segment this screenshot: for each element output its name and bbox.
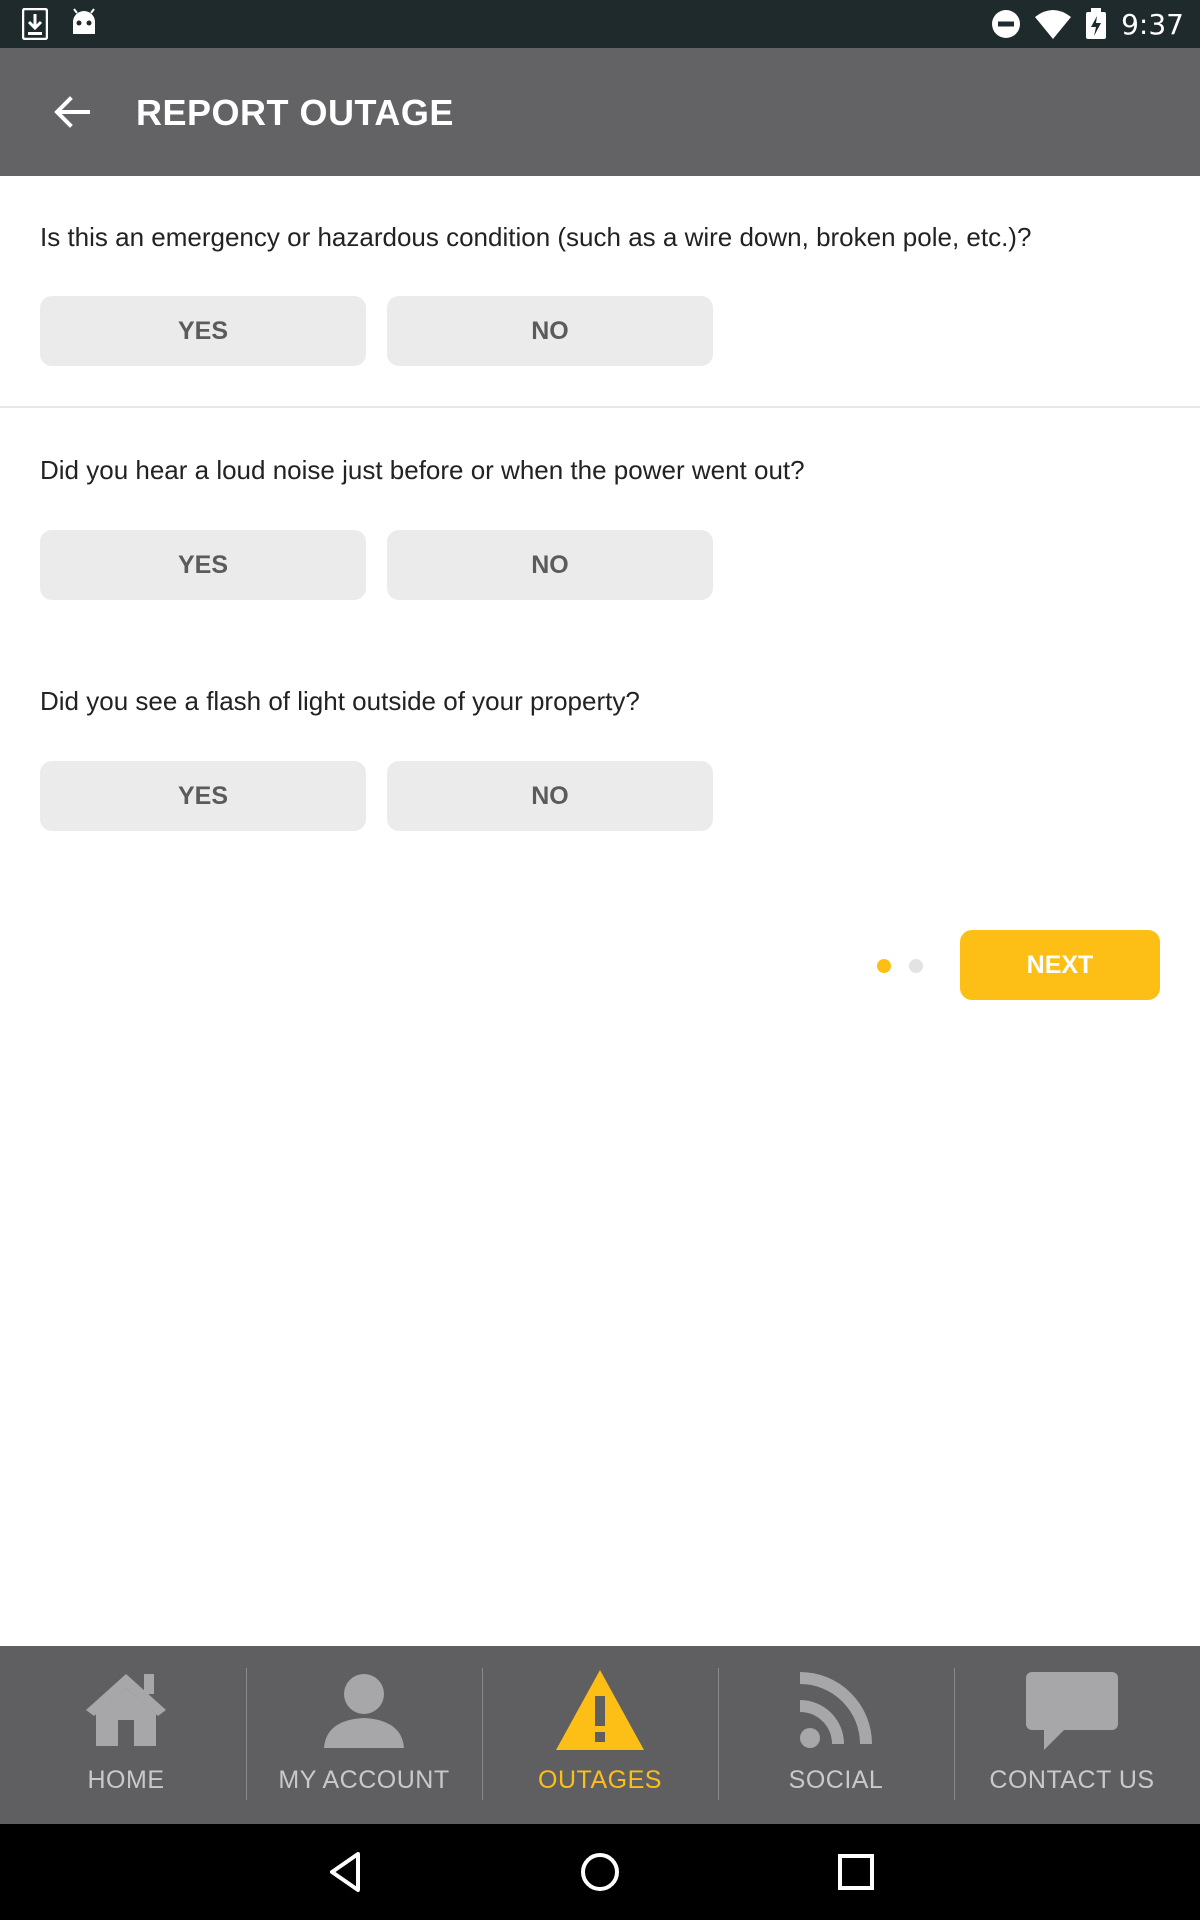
home-circle-icon[interactable] <box>576 1848 624 1896</box>
app-bar: REPORT OUTAGE <box>0 48 1200 176</box>
nav-item-outages[interactable]: OUTAGES <box>482 1646 718 1824</box>
bottom-nav: HOME MY ACCOUNT OUTAGES SOCIAL CONTACT U… <box>0 1646 1200 1824</box>
recents-square-icon[interactable] <box>832 1848 880 1896</box>
nav-item-my-account[interactable]: MY ACCOUNT <box>246 1646 482 1824</box>
download-icon <box>22 8 48 40</box>
pager-dot-inactive <box>909 959 923 973</box>
no-button[interactable]: NO <box>387 296 713 366</box>
nav-label: HOME <box>87 1766 165 1794</box>
system-nav-bar <box>0 1824 1200 1920</box>
nav-label: CONTACT US <box>989 1766 1155 1794</box>
nav-item-contact-us[interactable]: CONTACT US <box>954 1646 1190 1824</box>
yes-button[interactable]: YES <box>40 296 366 366</box>
question-text: Is this an emergency or hazardous condit… <box>40 222 1032 252</box>
person-icon <box>324 1674 404 1748</box>
do-not-disturb-icon <box>992 10 1021 38</box>
page-title: REPORT OUTAGE <box>136 92 454 133</box>
battery-charging-icon <box>1086 8 1107 39</box>
next-button[interactable]: NEXT <box>960 930 1160 1000</box>
warning-icon <box>556 1670 644 1750</box>
nav-label: MY ACCOUNT <box>278 1766 450 1794</box>
chat-bubble-icon <box>1026 1672 1118 1750</box>
wifi-icon <box>1035 10 1072 39</box>
question-text: Did you see a flash of light outside of … <box>40 686 640 716</box>
yes-button[interactable]: YES <box>40 761 366 831</box>
home-icon <box>86 1674 166 1746</box>
nav-item-home[interactable]: HOME <box>8 1646 244 1824</box>
status-bar: 9:37 <box>0 0 1200 48</box>
nav-item-social[interactable]: SOCIAL <box>718 1646 954 1824</box>
nav-label: SOCIAL <box>788 1766 884 1794</box>
divider <box>0 406 1200 408</box>
back-triangle-icon[interactable] <box>322 1848 370 1896</box>
nav-label: OUTAGES <box>538 1766 662 1794</box>
yes-button[interactable]: YES <box>40 530 366 600</box>
pager-dot-active <box>877 959 891 973</box>
arrow-left-icon[interactable] <box>48 88 96 136</box>
rss-icon <box>799 1672 872 1748</box>
no-button[interactable]: NO <box>387 530 713 600</box>
question-text: Did you hear a loud noise just before or… <box>40 455 805 485</box>
android-icon <box>73 8 95 34</box>
no-button[interactable]: NO <box>387 761 713 831</box>
status-time: 9:37 <box>1121 7 1184 41</box>
